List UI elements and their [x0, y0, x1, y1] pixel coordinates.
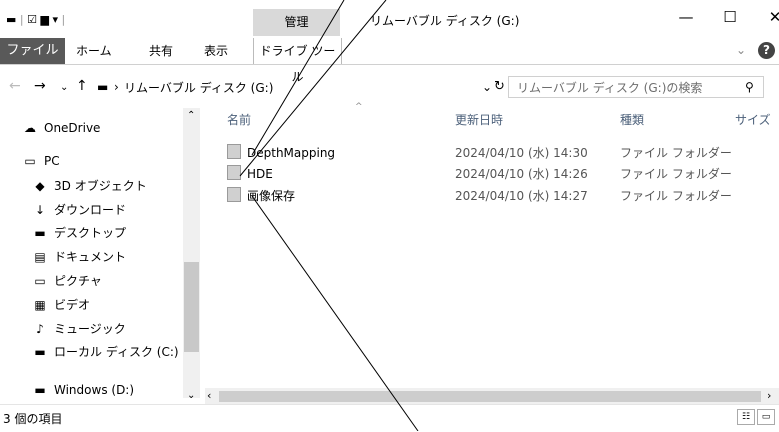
cube-icon: ◆ — [35, 179, 45, 193]
column-header-size[interactable]: サイズ — [735, 111, 771, 128]
sidebar-item-videos[interactable]: ▦ ビデオ — [32, 294, 90, 316]
folder-icon — [227, 144, 241, 159]
up-arrow-icon[interactable]: ↑ — [76, 78, 88, 94]
chevron-down-icon[interactable]: ⌄ — [736, 43, 746, 57]
search-input[interactable]: リムーバブル ディスク (G:)の検索 — [508, 76, 764, 98]
file-type: ファイル フォルダー — [620, 146, 732, 160]
address-bar[interactable]: リムーバブル ディスク (G:) — [124, 78, 497, 98]
breadcrumb-chevron-icon[interactable]: › — [114, 80, 119, 94]
column-header-date[interactable]: 更新日時 — [455, 111, 503, 128]
picture-icon: ▭ — [34, 274, 46, 288]
sort-ascending-icon: ^ — [355, 102, 363, 112]
sidebar-item-music[interactable]: ♪ ミュージック — [32, 318, 126, 340]
window-title: リムーバブル ディスク (G:) — [370, 14, 520, 28]
address-dropdown-icon[interactable]: ⌄ — [482, 80, 492, 94]
tab-drive-tools[interactable]: ドライブ ツール — [253, 38, 342, 84]
file-type: ファイル フォルダー — [620, 189, 732, 203]
sidebar-scrollbar-thumb[interactable] — [184, 262, 199, 352]
file-name: HDE — [247, 167, 273, 181]
ribbon-tabs — [0, 38, 779, 65]
customize-dropdown-icon[interactable]: ▾ — [52, 13, 58, 26]
sidebar-item-label: PC — [44, 154, 60, 168]
sidebar-item-label: ビデオ — [54, 298, 91, 312]
list-item[interactable]: 画像保存 — [227, 187, 295, 205]
folder-icon — [227, 187, 241, 202]
new-folder-icon[interactable]: ▆ — [41, 13, 49, 26]
breadcrumb-segment[interactable]: リムーバブル ディスク (G:) — [124, 81, 273, 95]
drive-icon: ▬ — [34, 345, 46, 359]
file-name: 画像保存 — [247, 189, 296, 203]
column-header-type[interactable]: 種類 — [620, 111, 644, 128]
sidebar-item-desktop[interactable]: ▬ デスクトップ — [32, 222, 126, 244]
sidebar-item-label: Windows (D:) — [54, 384, 135, 396]
file-date: 2024/04/10 (水) 14:26 — [455, 167, 588, 181]
desktop-icon: ▬ — [34, 226, 46, 240]
scroll-left-icon[interactable]: ‹ — [207, 389, 211, 402]
sidebar-item-pc[interactable]: ▭ PC — [22, 150, 60, 172]
details-view-icon[interactable]: ☷ — [737, 409, 755, 425]
quick-access-toolbar[interactable]: ▬ | ☑ ▆ ▾ | — [6, 13, 65, 26]
sidebar-item-pictures[interactable]: ▭ ピクチャ — [32, 270, 102, 292]
tab-file[interactable]: ファイル — [0, 38, 65, 64]
sidebar-item-label: ピクチャ — [54, 274, 102, 288]
sidebar-item-3d-objects[interactable]: ◆ 3D オブジェクト — [32, 175, 147, 197]
scroll-up-icon[interactable]: ⌃ — [187, 110, 195, 121]
horizontal-scrollbar-thumb[interactable] — [219, 391, 761, 402]
drive-icon: ▬ — [97, 80, 109, 94]
tab-view[interactable]: 表示 — [204, 38, 228, 64]
close-button[interactable]: ✕ — [760, 8, 779, 26]
sidebar-item-windows-d[interactable]: ▬ Windows (D:) — [32, 384, 134, 396]
large-icons-view-icon[interactable]: ▭ — [757, 409, 775, 425]
sidebar-item-onedrive[interactable]: ☁ OneDrive — [22, 117, 100, 139]
maximize-button[interactable]: ☐ — [715, 8, 745, 26]
document-icon: ▤ — [34, 250, 46, 264]
context-tab-label: 管理 — [284, 15, 309, 29]
tab-share[interactable]: 共有 — [149, 38, 173, 64]
file-type: ファイル フォルダー — [620, 167, 732, 181]
folder-icon — [227, 165, 241, 180]
tab-home[interactable]: ホーム — [76, 38, 112, 64]
file-date: 2024/04/10 (水) 14:27 — [455, 189, 588, 203]
download-icon: ↓ — [34, 203, 46, 217]
sidebar-item-label: ドキュメント — [54, 250, 127, 264]
scroll-right-icon[interactable]: › — [767, 389, 771, 402]
list-item[interactable]: HDE — [227, 165, 273, 183]
search-icon: ⚲ — [745, 80, 754, 94]
search-placeholder: リムーバブル ディスク (G:)の検索 — [517, 81, 703, 95]
forward-arrow-icon[interactable]: → — [34, 78, 46, 94]
column-header-name[interactable]: 名前 — [227, 111, 251, 128]
sidebar-item-label: ローカル ディスク (C:) — [54, 345, 179, 359]
recent-dropdown-icon[interactable]: ⌄ — [60, 82, 68, 93]
sidebar-item-label: ダウンロード — [54, 203, 127, 217]
file-date: 2024/04/10 (水) 14:30 — [455, 146, 588, 160]
properties-icon[interactable]: ☑ — [27, 13, 37, 26]
video-icon: ▦ — [34, 298, 46, 312]
file-name: DepthMapping — [247, 146, 336, 160]
sidebar-item-documents[interactable]: ▤ ドキュメント — [32, 246, 126, 268]
sidebar-item-downloads[interactable]: ↓ ダウンロード — [32, 199, 126, 221]
item-count: 3 個の項目 — [3, 412, 63, 426]
sidebar-scrollbar[interactable] — [183, 108, 200, 398]
music-icon: ♪ — [36, 322, 44, 336]
scroll-down-icon[interactable]: ⌄ — [187, 390, 195, 401]
minimize-button[interactable]: — — [671, 8, 701, 26]
back-arrow-icon[interactable]: ← — [9, 78, 21, 94]
pc-icon: ▭ — [24, 154, 36, 168]
drive-icon: ▬ — [34, 384, 46, 396]
help-button[interactable]: ? — [758, 42, 775, 59]
drive-icon: ▬ — [6, 13, 17, 26]
cloud-icon: ☁ — [24, 121, 36, 135]
sidebar-item-label: OneDrive — [44, 121, 101, 135]
sidebar-item-local-disk-c[interactable]: ▬ ローカル ディスク (C:) — [32, 341, 179, 363]
sidebar-item-label: デスクトップ — [54, 226, 127, 240]
list-item[interactable]: DepthMapping — [227, 144, 335, 162]
refresh-icon[interactable]: ↻ — [494, 79, 505, 94]
status-bar — [0, 404, 779, 432]
sidebar-item-label: 3D オブジェクト — [54, 179, 147, 193]
sidebar-item-label: ミュージック — [54, 322, 126, 336]
